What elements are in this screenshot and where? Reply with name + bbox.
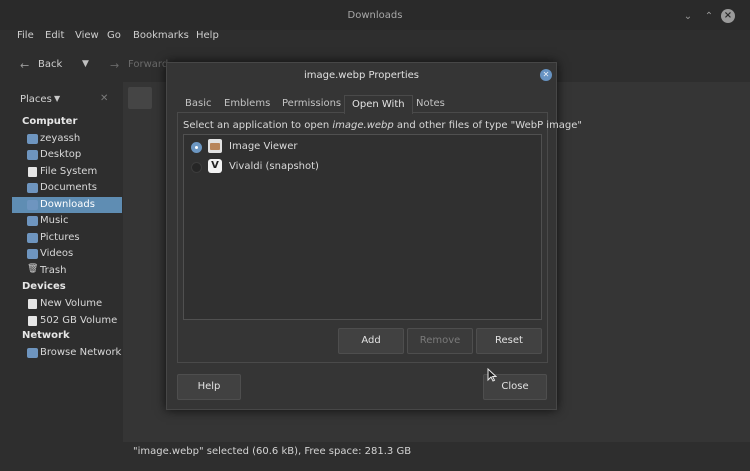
sidebar-section-devices: Devices xyxy=(22,281,66,292)
sidebar-item-browse-network[interactable]: Browse Network xyxy=(12,345,122,361)
menu-edit[interactable]: Edit xyxy=(45,30,64,41)
application-list: Image Viewer V Vivaldi (snapshot) xyxy=(183,134,542,320)
description-file-name: image.webp xyxy=(332,120,394,131)
description-prefix: Select an application to open xyxy=(183,120,333,131)
back-history-dropdown-icon[interactable]: ▼ xyxy=(82,59,89,69)
mouse-pointer-icon xyxy=(487,368,497,382)
sidebar-item-label: zeyassh xyxy=(40,133,81,144)
sidebar-item-filesystem[interactable]: File System xyxy=(12,164,122,180)
app-row-vivaldi[interactable]: V Vivaldi (snapshot) xyxy=(185,157,540,177)
close-window-button[interactable]: × xyxy=(721,9,735,23)
chevron-down-icon[interactable]: ▼ xyxy=(54,94,60,103)
places-label: Places xyxy=(20,94,52,105)
sidebar-item-videos[interactable]: Videos xyxy=(12,246,122,262)
app-label: Vivaldi (snapshot) xyxy=(229,161,319,172)
menu-bookmarks[interactable]: Bookmarks xyxy=(133,30,189,41)
menu-help[interactable]: Help xyxy=(196,30,219,41)
sidebar-item-502gb-volume[interactable]: 502 GB Volume xyxy=(12,313,122,329)
status-text: "image.webp" selected (60.6 kB), Free sp… xyxy=(133,446,412,457)
description-suffix: and other files of type "WebP image" xyxy=(393,120,583,131)
sidebar-item-label: 502 GB Volume xyxy=(40,315,118,326)
folder-icon xyxy=(27,233,38,243)
sidebar-item-music[interactable]: Music xyxy=(12,213,122,229)
download-folder-icon xyxy=(27,200,38,210)
drive-icon xyxy=(28,167,37,177)
folder-icon xyxy=(27,216,38,226)
sidebar-item-label: Documents xyxy=(40,182,98,193)
sidebar-item-downloads[interactable]: Downloads xyxy=(12,197,122,213)
sidebar-item-label: Videos xyxy=(40,248,74,259)
forward-button[interactable]: Forward xyxy=(128,59,168,70)
help-button[interactable]: Help xyxy=(177,374,241,400)
sidebar-section-computer: Computer xyxy=(22,116,78,127)
path-bar-button[interactable] xyxy=(128,87,152,109)
image-viewer-icon xyxy=(208,139,222,153)
tab-notes[interactable]: Notes xyxy=(416,98,445,109)
menu-file[interactable]: File xyxy=(17,30,34,41)
network-icon xyxy=(27,348,38,358)
open-with-description: Select an application to open image.webp… xyxy=(183,120,582,131)
tab-emblems[interactable]: Emblems xyxy=(224,98,270,109)
app-label: Image Viewer xyxy=(229,141,298,152)
dialog-title: image.webp Properties xyxy=(303,70,420,81)
sidebar-item-home[interactable]: zeyassh xyxy=(12,131,122,147)
menu-bar: File Edit View Go Bookmarks Help xyxy=(0,30,750,46)
sidebar-section-network: Network xyxy=(22,330,70,341)
close-icon[interactable]: ✕ xyxy=(540,69,552,81)
menu-view[interactable]: View xyxy=(75,30,99,41)
sidebar-item-label: Desktop xyxy=(40,149,82,160)
vivaldi-icon: V xyxy=(208,159,222,173)
folder-icon xyxy=(27,150,38,160)
sidebar-item-pictures[interactable]: Pictures xyxy=(12,230,122,246)
sidebar-item-label: Trash xyxy=(40,265,67,276)
drive-icon xyxy=(28,299,37,309)
window-title: Downloads xyxy=(347,10,403,21)
title-bar: Downloads ⌄ ⌃ × xyxy=(0,0,750,30)
sidebar-item-trash[interactable]: 🗑 Trash xyxy=(12,263,122,279)
sidebar-item-label: Browse Network xyxy=(40,347,122,358)
sidebar-item-label: Pictures xyxy=(40,232,80,243)
add-button[interactable]: Add xyxy=(338,328,404,354)
menu-go[interactable]: Go xyxy=(107,30,121,41)
forward-arrow-icon[interactable]: → xyxy=(110,59,119,72)
tab-permissions[interactable]: Permissions xyxy=(282,98,341,109)
drive-icon xyxy=(28,316,37,326)
trash-icon: 🗑 xyxy=(27,264,39,274)
sidebar-item-label: New Volume xyxy=(40,298,103,309)
places-selector[interactable]: Places ▼ ✕ xyxy=(10,89,123,111)
app-radio-vivaldi[interactable] xyxy=(191,162,202,173)
sidebar-item-desktop[interactable]: Desktop xyxy=(12,147,122,163)
maximize-button[interactable]: ⌃ xyxy=(702,10,716,24)
sidebar-item-documents[interactable]: Documents xyxy=(12,180,122,196)
tab-basic[interactable]: Basic xyxy=(185,98,211,109)
tab-open-with[interactable]: Open With xyxy=(344,95,413,114)
sidebar-item-label: Downloads xyxy=(40,199,95,210)
app-row-image-viewer[interactable]: Image Viewer xyxy=(185,137,540,157)
folder-icon xyxy=(27,134,38,144)
back-button[interactable]: Back xyxy=(38,59,62,70)
reset-button[interactable]: Reset xyxy=(476,328,542,354)
tab-bar: Basic Emblems Permissions Open With Note… xyxy=(177,95,548,114)
minimize-button[interactable]: ⌄ xyxy=(681,10,695,24)
properties-dialog: image.webp Properties ✕ Basic Emblems Pe… xyxy=(166,62,582,410)
sidebar-item-label: Music xyxy=(40,215,69,226)
remove-button[interactable]: Remove xyxy=(407,328,473,354)
sidebar-item-new-volume[interactable]: New Volume xyxy=(12,296,122,312)
app-radio-image-viewer[interactable] xyxy=(191,142,202,153)
close-sidebar-icon[interactable]: ✕ xyxy=(100,93,108,104)
back-arrow-icon[interactable]: ← xyxy=(20,59,29,72)
folder-icon xyxy=(27,249,38,259)
folder-icon xyxy=(27,183,38,193)
status-bar: "image.webp" selected (60.6 kB), Free sp… xyxy=(123,442,750,462)
sidebar-item-label: File System xyxy=(40,166,98,177)
